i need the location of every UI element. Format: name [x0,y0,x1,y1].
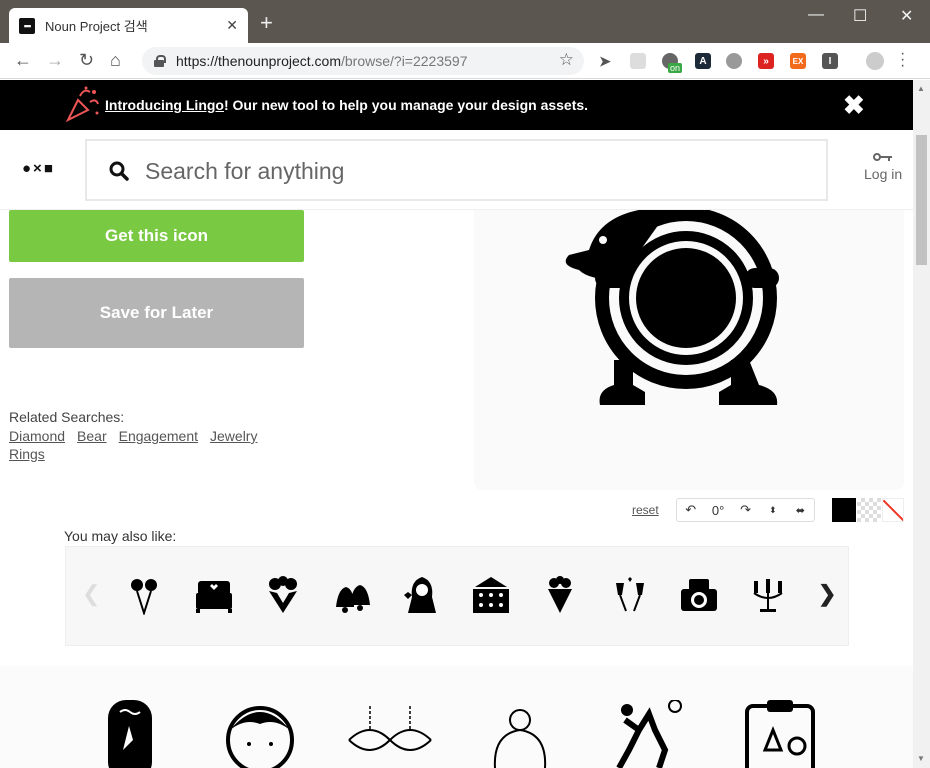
banner-close-icon[interactable]: ✖ [843,90,865,120]
new-tab-icon[interactable]: + [260,12,273,34]
rotate-left-icon[interactable]: ↶ [677,502,704,518]
minimize-icon[interactable]: — [808,6,824,24]
related-searches-list: Diamond Bear Engagement Jewelry Rings [9,427,289,463]
login-label: Log in [864,166,903,182]
search-input[interactable] [145,155,785,187]
related-link-diamond[interactable]: Diamond [9,427,65,445]
related-link-jewelry[interactable]: Jewelry [210,427,257,445]
cursor-extension-icon[interactable]: ➤ [597,53,613,69]
icon-preview [474,210,904,490]
scroll-down-icon[interactable]: ▼ [917,754,925,763]
clipboard-doctor-icon[interactable] [735,700,825,768]
flip-vertical-icon[interactable]: ⬍ [759,505,786,516]
toast-glasses-icon[interactable] [610,575,650,615]
search-box [85,139,828,201]
face-icon[interactable] [215,700,305,768]
ex-extension-icon[interactable]: EX [790,53,806,69]
carousel-prev-icon[interactable]: ❮ [82,581,100,607]
reset-link[interactable]: reset [632,503,659,517]
rotate-right-icon[interactable]: ↷ [732,502,759,518]
home-icon[interactable]: ⌂ [110,50,121,70]
scroll-thumb[interactable] [916,135,927,265]
cake-icon[interactable] [471,575,511,615]
login-button[interactable]: Log in [864,152,902,182]
page-scrollbar[interactable]: ▲ ▼ [913,80,930,768]
lingo-link[interactable]: Introducing Lingo [105,97,224,113]
party-popper-icon [65,86,99,123]
key-icon [873,153,893,161]
url-text: https://thenounproject.com/browse/?i=222… [176,53,468,69]
address-bar[interactable]: https://thenounproject.com/browse/?i=222… [142,47,584,75]
dna-scissors-icon[interactable] [345,700,435,768]
lingo-banner: Introducing Lingo! Our new tool to help … [0,80,913,130]
balloons-icon[interactable] [124,575,164,615]
similar-icons-carousel: ❮ ❯ [65,546,849,646]
flower-cone-icon[interactable] [540,575,580,615]
profile-avatar-icon[interactable] [866,52,884,70]
candelabra-icon[interactable] [748,575,788,615]
bookmark-star-icon[interactable]: ☆ [559,50,574,70]
browser-titlebar: ▪▪▪ Noun Project 검색 ✕ + — ☐ ✕ [0,0,930,43]
surfboard-icon[interactable] [85,700,175,768]
browser-menu-icon[interactable]: · · · [900,46,905,74]
color-none-swatch[interactable] [882,498,904,522]
basketball-players-icon[interactable] [605,700,695,768]
transform-controls: ↶ 0° ↷ ⬍ ⬌ [676,498,815,522]
tab-title: Noun Project 검색 [45,19,148,34]
search-icon[interactable] [109,161,129,181]
extension-on-badge: on [668,63,683,73]
bed-icon[interactable] [194,575,234,615]
fastforward-extension-icon[interactable]: » [758,53,774,69]
related-link-rings[interactable]: Rings [9,445,45,463]
troll-icon[interactable] [475,700,565,768]
scroll-up-icon[interactable]: ▲ [917,84,925,93]
tab-close-icon[interactable]: ✕ [226,17,238,34]
reload-icon[interactable]: ↻ [79,50,94,70]
globe-extension-icon[interactable] [726,53,742,69]
bells-icon[interactable] [332,575,372,615]
noun-project-favicon-icon: ▪▪▪ [19,17,35,34]
carousel-next-icon[interactable]: ❯ [818,581,836,607]
color-black-swatch[interactable] [832,498,856,522]
rotation-value[interactable]: 0° [704,503,731,518]
you-may-also-like-label: You may also like: [64,528,177,544]
font-extension-icon[interactable]: A [695,53,711,69]
lock-icon [154,55,166,67]
flip-horizontal-icon[interactable]: ⬌ [787,504,814,517]
noun-project-logo[interactable]: ●×■ [22,160,55,177]
bride-icon[interactable] [402,575,442,615]
info-extension-icon[interactable]: I [822,53,838,69]
related-searches-label: Related Searches: [9,409,125,425]
site-header: ●×■ Log in [0,130,913,210]
color-transparent-swatch[interactable] [857,498,881,522]
related-link-engagement[interactable]: Engagement [119,427,198,445]
back-icon[interactable]: ← [14,50,32,70]
banner-message: Introducing Lingo! Our new tool to help … [105,97,589,113]
get-this-icon-button[interactable]: Get this icon [9,210,304,262]
maximize-icon[interactable]: ☐ [853,6,867,26]
forward-icon[interactable]: → [46,50,64,70]
camera-icon[interactable] [679,575,719,615]
bear-ring-icon [565,210,779,405]
save-for-later-button[interactable]: Save for Later [9,278,304,348]
page-viewport: Introducing Lingo! Our new tool to help … [0,80,913,768]
browser-toolbar: ← → ↻ ⌂ https://thenounproject.com/brows… [0,43,930,79]
related-link-bear[interactable]: Bear [77,427,107,445]
bouquet-icon[interactable] [263,575,303,615]
window-close-icon[interactable]: ✕ [900,6,913,26]
folder-extension-icon[interactable] [630,53,646,69]
browser-tab[interactable]: ▪▪▪ Noun Project 검색 ✕ [9,8,248,43]
